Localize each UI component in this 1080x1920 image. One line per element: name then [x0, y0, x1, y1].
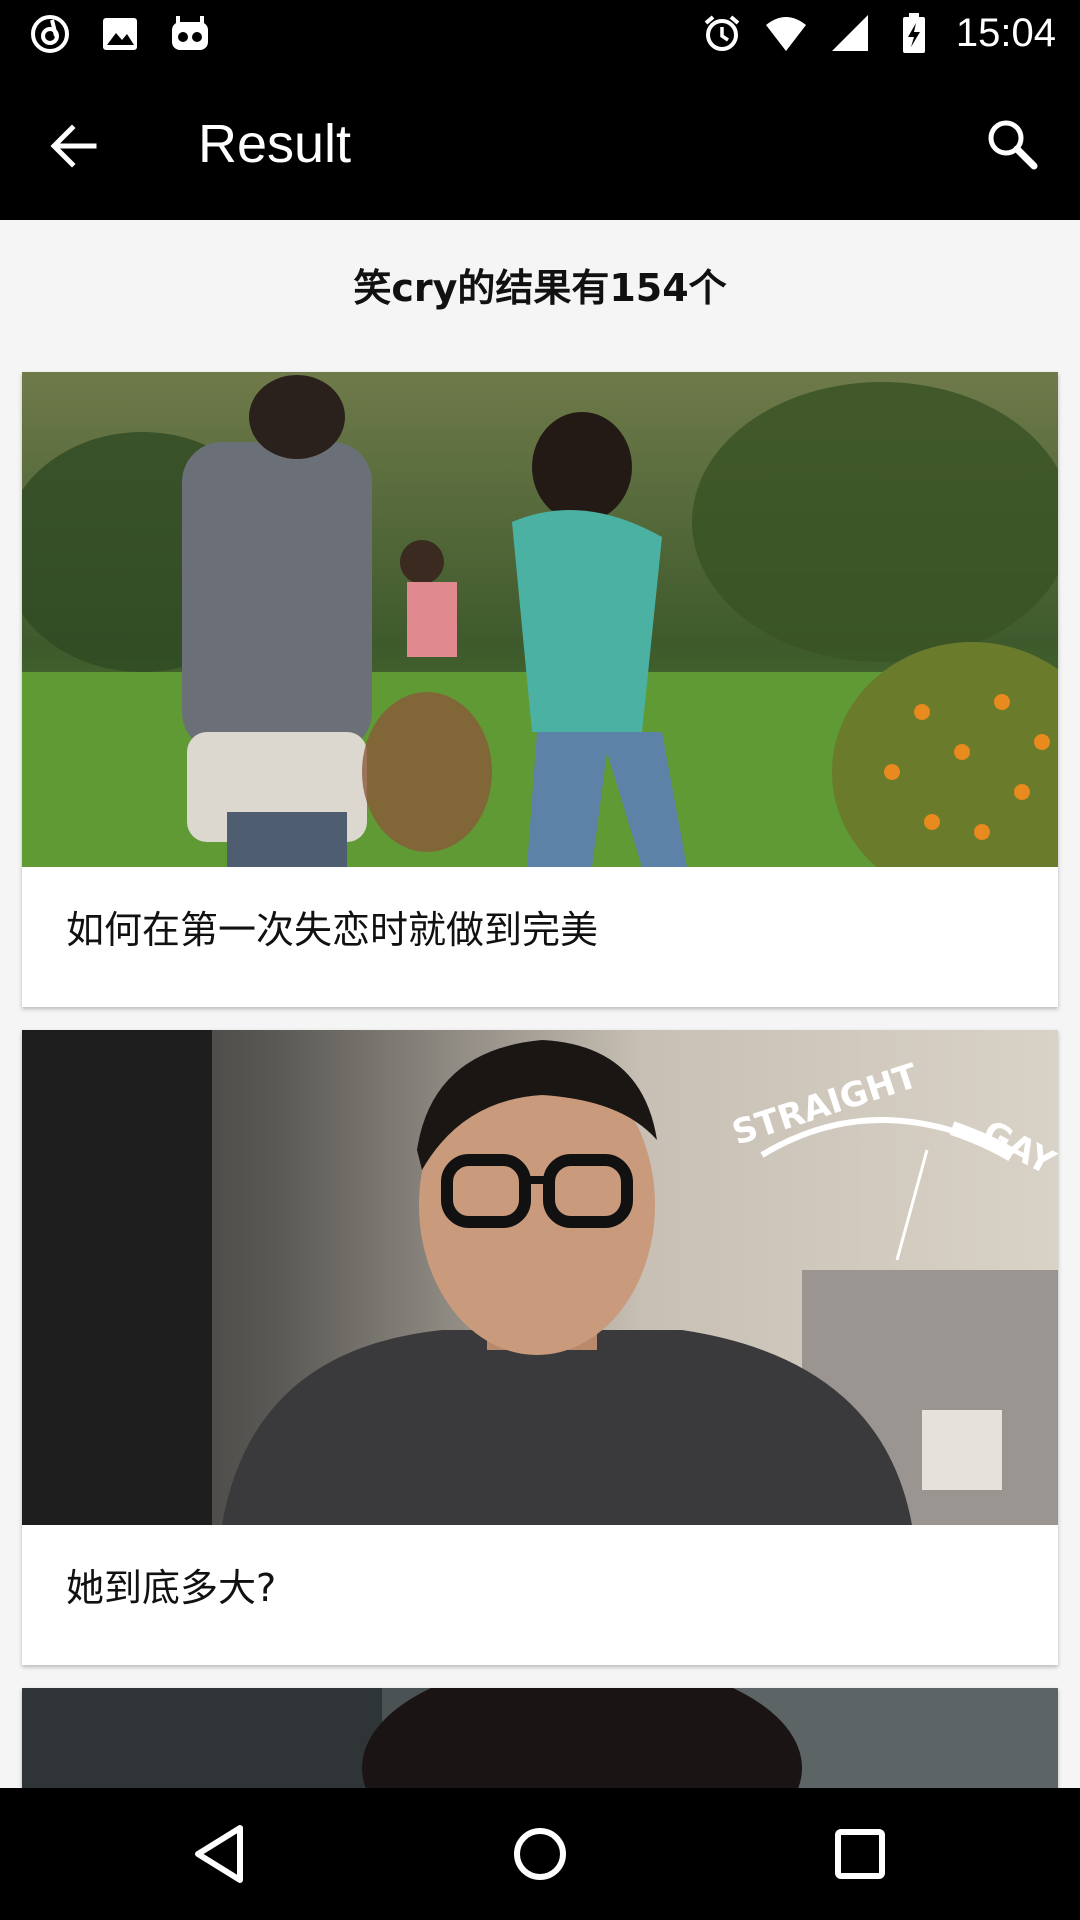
search-icon: [988, 120, 1038, 170]
video-thumbnail: STRAIGHT GAY: [22, 1030, 1058, 1525]
system-nav-bar: [0, 1788, 1080, 1920]
result-title: 她到底多大?: [66, 1566, 277, 1610]
result-count: 笑cry的结果有154个: [353, 266, 727, 310]
result-title: 如何在第一次失恋时就做到完美: [66, 908, 599, 952]
search-button[interactable]: [980, 112, 1044, 176]
status-time: 15:04: [955, 11, 1056, 55]
video-thumbnail: [22, 372, 1058, 867]
status-bar: 15:04: [0, 0, 1080, 66]
nav-back-button[interactable]: [184, 1818, 256, 1890]
wifi-icon: [765, 17, 806, 51]
alarm-icon: [704, 15, 740, 51]
video-thumbnail: [22, 1688, 1058, 1788]
image-icon: [103, 18, 137, 50]
signal-icon: [831, 15, 868, 51]
result-card[interactable]: STRAIGHT GAY 她到底多大?: [22, 1030, 1058, 1665]
nav-home-icon: [514, 1828, 566, 1880]
cyanogen-icon: [172, 16, 208, 50]
results-list[interactable]: 笑cry的结果有154个 如何在第一次失恋时就做到完美 STRAIGHT GAY…: [0, 220, 1080, 1788]
nav-back-icon: [195, 1825, 243, 1883]
result-card[interactable]: [22, 1688, 1058, 1788]
result-card[interactable]: 如何在第一次失恋时就做到完美: [22, 372, 1058, 1007]
netease-music-icon: [31, 15, 69, 53]
arrow-back-icon: [50, 124, 97, 168]
status-left-icons: [28, 12, 212, 56]
app-toolbar: Result: [0, 66, 1080, 220]
battery-charging-icon: [902, 13, 925, 53]
nav-home-button[interactable]: [504, 1818, 576, 1890]
nav-recents-button[interactable]: [824, 1818, 896, 1890]
status-right-icons: 15:04: [700, 10, 1056, 56]
nav-recents-icon: [835, 1829, 885, 1879]
page-title: Result: [198, 114, 352, 174]
back-button[interactable]: [44, 114, 108, 178]
